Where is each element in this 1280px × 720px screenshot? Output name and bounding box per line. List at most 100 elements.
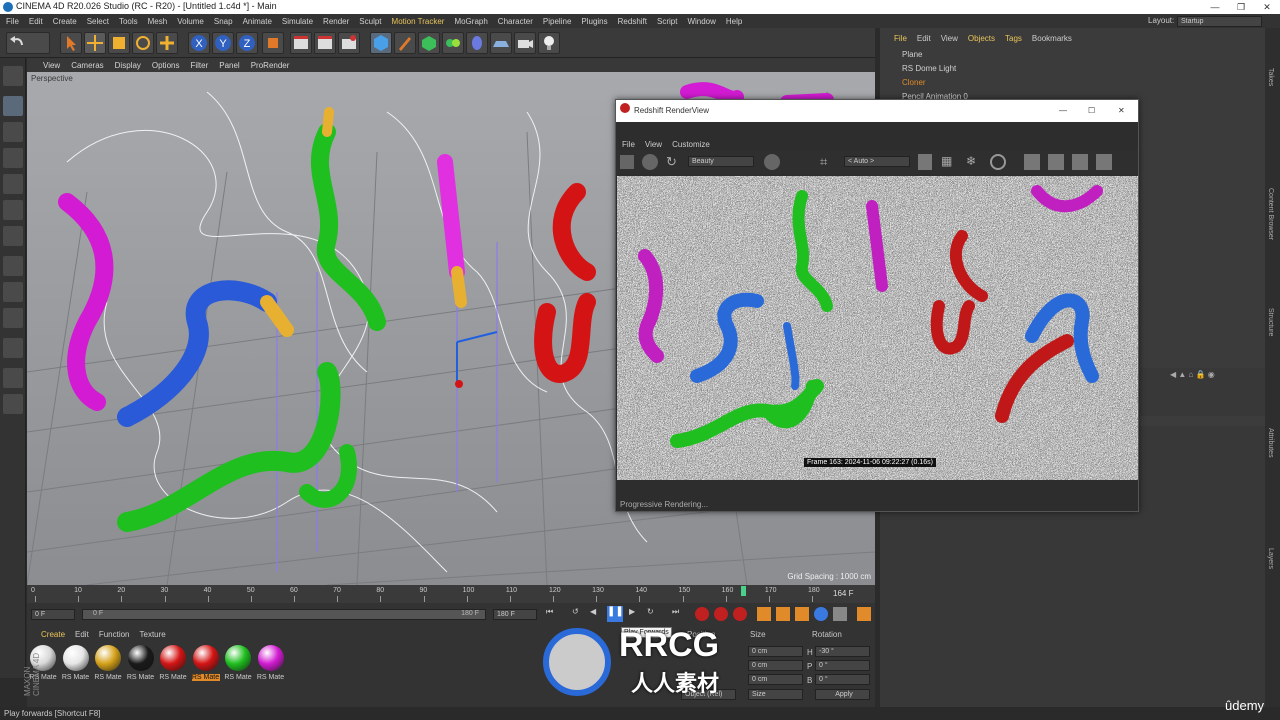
size-mode-select[interactable]: Size (748, 689, 803, 700)
material-swatch[interactable]: RS Mate (94, 645, 122, 681)
menu-render[interactable]: Render (323, 17, 349, 26)
coordinate-system-button[interactable] (262, 32, 284, 54)
scale-tool-button[interactable] (108, 32, 130, 54)
snowflake-icon[interactable]: ❄ (966, 154, 982, 170)
light-button[interactable] (538, 32, 560, 54)
material-swatch[interactable]: RS Mate (62, 645, 90, 681)
cube-object-button[interactable] (370, 32, 392, 54)
circle-icon[interactable] (990, 154, 1006, 170)
object-menu-edit[interactable]: Edit (917, 34, 931, 43)
right-tab-attributes[interactable]: Attributes (1267, 428, 1274, 458)
add-snapshot-icon[interactable] (1048, 154, 1064, 170)
timeline-ruler[interactable]: 0 10 20 30 40 50 60 70 80 90 100 110 120 130 140 150 160… (27, 585, 875, 603)
start-frame-field[interactable]: 0 F (31, 609, 75, 620)
grid-icon[interactable]: ▦ (941, 154, 957, 170)
rv-close-icon[interactable]: ✕ (1118, 100, 1125, 122)
polygons-mode-icon[interactable] (3, 226, 23, 246)
stop-render-icon[interactable] (620, 155, 634, 169)
menu-file[interactable]: File (6, 17, 19, 26)
menu-sculpt[interactable]: Sculpt (359, 17, 381, 26)
minimize-icon[interactable]: — (1202, 0, 1228, 14)
solo-icon[interactable] (3, 368, 23, 388)
renderview-menu-file[interactable]: File (622, 140, 635, 149)
move-tool-button[interactable] (84, 32, 106, 54)
points-mode-icon[interactable] (3, 174, 23, 194)
frame-range-slider[interactable]: 0 F 180 F (82, 609, 486, 620)
make-editable-icon[interactable] (3, 66, 23, 86)
viewport-menu-panel[interactable]: Panel (219, 61, 239, 70)
maximize-icon[interactable]: ❐ (1228, 0, 1254, 14)
material-swatch[interactable]: RS Mate (159, 645, 187, 681)
camera-button[interactable] (514, 32, 536, 54)
timeline-playhead[interactable] (740, 586, 746, 596)
render-settings-button[interactable] (338, 32, 360, 54)
object-row[interactable]: Cloner (880, 76, 1265, 90)
play-forwards-button[interactable]: ❚❚ (607, 606, 624, 622)
menu-redshift[interactable]: Redshift (618, 17, 647, 26)
object-menu-view[interactable]: View (941, 34, 958, 43)
menu-script[interactable]: Script (657, 17, 677, 26)
viewport-menu-view[interactable]: View (43, 61, 60, 70)
timeline-window-icon[interactable] (857, 607, 871, 621)
copy-icon[interactable] (1096, 154, 1112, 170)
cloner-button[interactable] (442, 32, 464, 54)
axis-mode-icon[interactable] (3, 256, 23, 276)
right-tab-takes[interactable]: Takes (1267, 68, 1274, 86)
right-tab-layers[interactable]: Layers (1267, 548, 1274, 569)
live-selection-button[interactable] (60, 32, 82, 54)
floor-button[interactable] (490, 32, 512, 54)
undo-button[interactable] (6, 32, 50, 54)
material-swatch[interactable]: RS Mate (127, 645, 155, 681)
menu-character[interactable]: Character (498, 17, 533, 26)
menu-animate[interactable]: Animate (243, 17, 272, 26)
aov-select[interactable]: Beauty (688, 156, 754, 167)
viewport-menu-prorender[interactable]: ProRender (251, 61, 290, 70)
material-swatch[interactable]: RS Mate (224, 645, 252, 681)
workplane-icon[interactable] (3, 338, 23, 358)
rotation-key-icon[interactable] (795, 607, 809, 621)
right-tab-structure[interactable]: Structure (1267, 308, 1274, 336)
menu-create[interactable]: Create (53, 17, 77, 26)
model-mode-icon[interactable] (3, 96, 23, 116)
scale-key-icon[interactable] (776, 607, 790, 621)
record-keys-icon[interactable] (695, 607, 709, 621)
menu-select[interactable]: Select (87, 17, 109, 26)
menu-edit[interactable]: Edit (29, 17, 43, 26)
crop-icon[interactable]: ⌗ (820, 154, 836, 170)
size-x-field[interactable]: 0 cm (748, 646, 803, 657)
object-menu-file[interactable]: File (894, 34, 907, 43)
pen-spline-button[interactable] (394, 32, 416, 54)
object-menu-objects[interactable]: Objects (968, 34, 995, 43)
next-key-icon[interactable]: ↻ (647, 607, 661, 621)
point-level-anim-icon[interactable] (833, 607, 847, 621)
lock-icon[interactable] (918, 154, 932, 170)
object-row[interactable]: RS Dome Light (880, 62, 1265, 76)
autokey-icon[interactable] (714, 607, 728, 621)
subdivision-button[interactable] (418, 32, 440, 54)
object-menu-bookmarks[interactable]: Bookmarks (1032, 34, 1072, 43)
start-render-icon[interactable] (642, 154, 658, 170)
render-image[interactable]: Frame 163: 2024-11-06 09:22:27 (0.16s) (617, 176, 1138, 480)
renderview-menu-view[interactable]: View (645, 140, 662, 149)
position-key-icon[interactable] (757, 607, 771, 621)
menu-mesh[interactable]: Mesh (148, 17, 168, 26)
menu-simulate[interactable]: Simulate (282, 17, 313, 26)
render-view-button[interactable] (290, 32, 312, 54)
object-menu-tags[interactable]: Tags (1005, 34, 1022, 43)
workplane-mode-icon[interactable] (3, 148, 23, 168)
size-y-field[interactable]: 0 cm (748, 660, 803, 671)
end-frame-field[interactable]: 180 F (493, 609, 537, 620)
deformer-button[interactable] (466, 32, 488, 54)
menu-motion-tracker[interactable]: Motion Tracker (392, 17, 445, 26)
rotate-tool-button[interactable] (132, 32, 154, 54)
y-axis-button[interactable]: Y (212, 32, 234, 54)
previous-frame-icon[interactable]: ◀ (590, 607, 604, 621)
rv-maximize-icon[interactable]: ☐ (1088, 100, 1095, 122)
rotation-h-field[interactable]: -30 ° (815, 646, 870, 657)
apply-button[interactable]: Apply (815, 689, 870, 700)
next-frame-icon[interactable]: ▶ (629, 607, 643, 621)
menu-tools[interactable]: Tools (119, 17, 138, 26)
right-tab-content-browser[interactable]: Content Browser (1267, 188, 1274, 240)
camera-select[interactable]: < Auto > (844, 156, 910, 167)
parameter-key-icon[interactable] (814, 607, 828, 621)
